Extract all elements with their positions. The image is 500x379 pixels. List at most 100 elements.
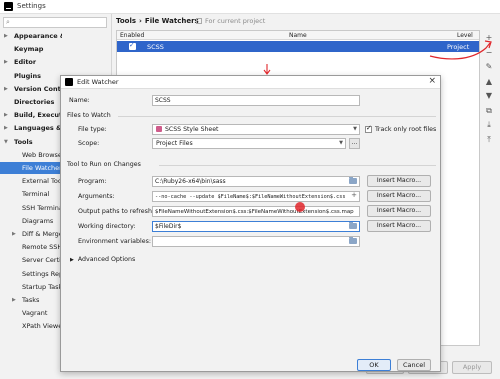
dialog-title: Edit Watcher [77,78,119,86]
tree-item-external-tools[interactable]: External Tools [0,175,62,187]
minus-icon[interactable]: − [483,47,495,59]
tree-item-label: XPath Viewer [22,322,62,331]
tree-item-version-control[interactable]: ▶ Version Control [0,83,62,95]
output-paths-field[interactable]: $FileNameWithoutExtension$.css:$FileName… [152,206,360,217]
tree-item-diagrams[interactable]: Diagrams [0,215,62,227]
chevron-right-icon[interactable]: ▶ [4,83,8,95]
edit-watcher-dialog: Edit Watcher × Name: SCSS Files to Watch… [60,75,441,372]
scope-browse-button[interactable]: ... [349,138,360,149]
folder-icon[interactable] [349,237,357,244]
project-icon [196,18,202,24]
tree-item-xpath-viewer[interactable]: XPath Viewer [0,320,62,332]
workdir-insert-macro-button[interactable]: Insert Macro... [367,220,431,232]
tree-item-label: Remote SSH [22,243,62,252]
tree-item-tools[interactable]: ▼ Tools [0,136,62,148]
tree-item-languages-fr[interactable]: ▶ Languages & Fr [0,122,62,134]
breadcrumb-separator: › [139,17,142,25]
output-insert-macro-button[interactable]: Insert Macro... [367,205,431,217]
tree-item-remote-ssh[interactable]: Remote SSH [0,241,62,253]
tree-item-label: Directories [14,98,55,106]
tree-item-terminal[interactable]: Terminal [0,188,62,200]
chevron-right-icon[interactable]: ▶ [4,56,8,68]
tree-item-label: Terminal [22,190,50,199]
expand-icon[interactable]: + [351,192,357,200]
folder-icon[interactable] [349,177,357,184]
name-label: Name: [69,97,90,104]
chevron-right-icon[interactable]: ▶ [4,109,8,121]
arguments-field[interactable]: --no-cache --update $FileName$:$FileName… [152,191,360,202]
working-directory-field[interactable]: $FileDir$ [152,221,360,232]
tree-item-diff-merge[interactable]: ▶ Diff & Merge [0,228,62,240]
track-only-root-label[interactable]: Track only root files [375,126,436,133]
tree-item-editor[interactable]: ▶ Editor [0,56,62,68]
chevron-right-icon[interactable]: ▶ [12,228,16,240]
tree-item-label: SSH Terminal [22,203,62,212]
header-name[interactable]: Name [289,32,307,39]
scope-value: Project Files [156,140,193,147]
chevron-right-icon[interactable]: ▶ [4,30,8,42]
environment-variables-field[interactable] [152,236,360,247]
tree-item-label: Vagrant [22,309,48,318]
program-field[interactable]: C:\Ruby26-x64\bin\sass [152,176,360,187]
breadcrumb-parent[interactable]: Tools [116,17,136,25]
chevron-right-icon[interactable]: ▶ [4,122,8,134]
file-type-select[interactable]: SCSS Style Sheet ▼ [152,124,360,135]
dialog-cancel-button[interactable]: Cancel [397,359,431,371]
name-field[interactable]: SCSS [152,95,360,106]
tree-item-file-watchers[interactable]: File Watchers [0,162,62,174]
arguments-insert-macro-button[interactable]: Insert Macro... [367,190,431,202]
tree-item-plugins[interactable]: Plugins [0,70,62,82]
title-bar: Settings [0,0,500,14]
tree-item-label: Keymap [14,45,44,54]
tree-item-label: Tools [14,137,33,146]
dialog-ok-button[interactable]: OK [357,359,391,371]
tree-item-label: Web Browsers [22,150,62,159]
header-level[interactable]: Level [457,32,473,39]
settings-search-input[interactable]: ⌕ [3,17,107,28]
edit-icon[interactable]: ✎ [483,61,495,73]
tree-item-label: Plugins [14,71,41,80]
tree-item-tasks[interactable]: ▶ Tasks [0,294,62,306]
tree-item-label: Settings Repo [22,269,62,278]
import-icon[interactable]: ⤓ [483,119,495,131]
settings-apply-button[interactable]: Apply [452,361,492,374]
advanced-options-label: Advanced Options [77,256,136,263]
tree-item-label: Appearance & Behavior [14,32,62,40]
tree-item-web-browsers[interactable]: Web Browsers [0,149,62,161]
window-title: Settings [17,2,46,10]
tree-item-label: Build, Execution [14,111,62,120]
scope-select[interactable]: Project Files ▼ [152,138,346,149]
export-icon[interactable]: ⤒ [483,134,495,146]
tree-item-directories[interactable]: Directories [0,96,62,108]
tree-item-keymap[interactable]: Keymap [0,43,62,55]
folder-icon[interactable] [349,222,357,229]
close-icon[interactable]: × [428,76,436,86]
breadcrumb: Tools › File Watchers [116,17,199,25]
tree-item-label: Diagrams [22,216,54,225]
dialog-app-icon [65,78,73,86]
header-enabled[interactable]: Enabled [120,32,144,39]
advanced-options-toggle[interactable]: ▶ Advanced Options [70,256,135,263]
tree-item-appearance-behavior[interactable]: ▶ Appearance & Behavior [0,30,62,42]
program-insert-macro-button[interactable]: Insert Macro... [367,175,431,187]
plus-icon[interactable]: + [483,32,495,44]
enabled-checkbox[interactable] [129,41,136,50]
chevron-down-icon[interactable]: ▼ [4,136,8,148]
track-only-root-checkbox[interactable] [365,124,372,133]
arguments-value: --no-cache --update $FileName$:$FileName… [155,194,346,200]
tree-item-server-certific[interactable]: Server Certific [0,254,62,266]
chevron-right-icon[interactable]: ▶ [12,294,16,306]
tree-item-vagrant[interactable]: Vagrant [0,307,62,319]
magnifier-icon: ⌕ [6,18,10,26]
tree-item-build-execution[interactable]: ▶ Build, Execution [0,109,62,121]
table-row[interactable]: SCSS Project [117,41,479,52]
down-icon[interactable]: ▼ [483,90,495,102]
up-icon[interactable]: ▲ [483,76,495,88]
tree-item-settings-repo[interactable]: Settings Repo [0,268,62,280]
watcher-level-cell: Project [447,43,470,51]
file-type-label: File type: [78,126,107,133]
tree-item-ssh-terminal[interactable]: SSH Terminal [0,202,62,214]
copy-icon[interactable]: ⧉ [483,105,495,117]
tree-item-startup-tasks[interactable]: Startup Tasks [0,281,62,293]
tool-to-run-heading: Tool to Run on Changes [67,161,141,168]
